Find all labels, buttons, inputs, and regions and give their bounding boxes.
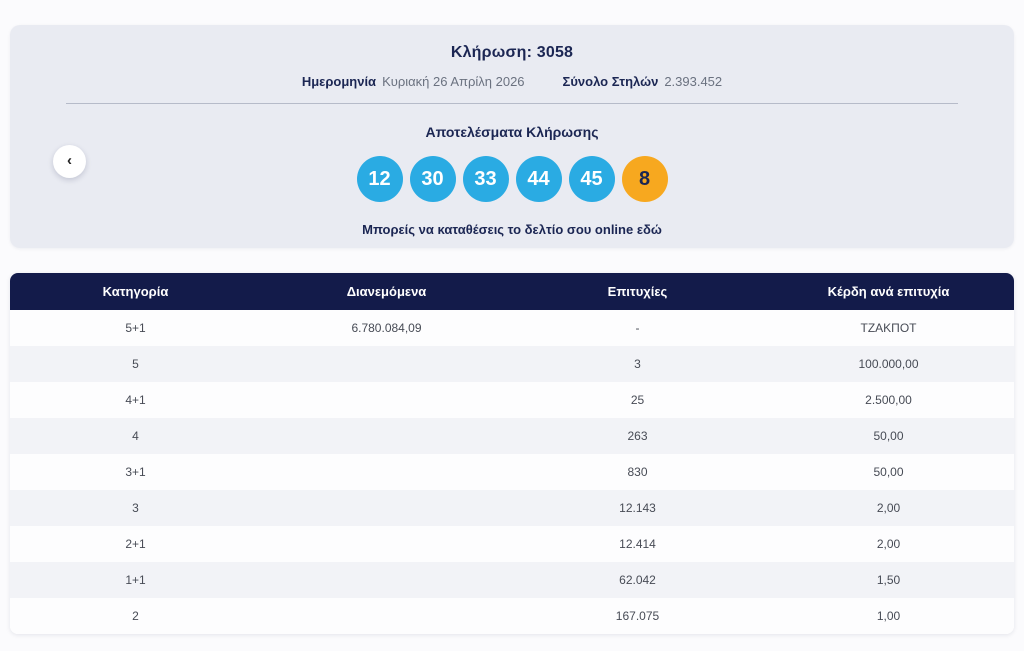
cell-winners: 830 (627, 465, 648, 479)
draw-date-label: Ημερομηνία (301, 74, 377, 89)
ball-number: 33 (462, 156, 509, 202)
cell-winners: 3 (634, 357, 641, 371)
cell-prize: 50,00 (873, 465, 904, 479)
cell-prize: ΤΖΑΚΠΟΤ (860, 321, 917, 335)
column-header-prize: Κέρδη ανά επιτυχία (827, 284, 950, 299)
cell-winners: 62.042 (619, 573, 656, 587)
deposit-here-link[interactable]: εδώ (637, 222, 662, 237)
table-row: 3+1 830 50,00 (10, 454, 1014, 490)
cell-distributed: 6.780.084,09 (351, 321, 422, 335)
deposit-text: Μπορείς να καταθέσεις το δελτίο σου onli… (362, 222, 634, 237)
ball-number: 30 (409, 156, 456, 202)
cell-winners: 12.414 (619, 537, 656, 551)
cell-prize: 1,50 (876, 573, 901, 587)
cell-winners: 25 (630, 393, 645, 407)
draw-date: Ημερομηνία Κυριακή 26 Απρίλη 2026 (302, 74, 525, 89)
ball-joker: 8 (621, 156, 668, 202)
draw-title: Κλήρωση: 3058 (450, 44, 574, 61)
cell-category: 4+1 (125, 393, 146, 407)
cell-winners: - (635, 321, 640, 335)
table-row: 1+1 62.042 1,50 (10, 562, 1014, 598)
cell-prize: 2,00 (876, 537, 901, 551)
cell-category: 2+1 (125, 537, 146, 551)
total-columns-label: Σύνολο Στηλών (562, 74, 659, 89)
cell-prize: 2,00 (876, 501, 901, 515)
cell-prize: 1,00 (876, 609, 901, 623)
chevron-left-icon: ‹ (67, 152, 72, 169)
cell-category: 5+1 (125, 321, 146, 335)
cell-category: 1+1 (125, 573, 146, 587)
column-header-category: Κατηγορία (102, 284, 169, 299)
draw-meta: Ημερομηνία Κυριακή 26 Απρίλη 2026 Σύνολο… (10, 74, 1014, 89)
column-header-winners: Επιτυχίες (607, 284, 668, 299)
deposit-line: Μπορείς να καταθέσεις το δελτίο σου onli… (10, 222, 1014, 237)
table-row: 2 167.075 1,00 (10, 598, 1014, 634)
total-columns-value: 2.393.452 (664, 74, 723, 89)
ball-number: 45 (568, 156, 615, 202)
ball-number: 44 (515, 156, 562, 202)
table-row: 5 3 100.000,00 (10, 346, 1014, 382)
table-header-row: Κατηγορία Διανεμόμενα Επιτυχίες Κέρδη αν… (10, 273, 1014, 310)
cell-prize: 2.500,00 (865, 393, 912, 407)
cell-category: 3 (132, 501, 139, 515)
table-row: 3 12.143 2,00 (10, 490, 1014, 526)
cell-category: 3+1 (125, 465, 146, 479)
table-body: 5+1 6.780.084,09 - ΤΖΑΚΠΟΤ 5 3 100.000,0… (10, 310, 1014, 634)
cell-prize: 50,00 (873, 429, 904, 443)
total-columns: Σύνολο Στηλών 2.393.452 (563, 74, 723, 89)
cell-winners: 263 (627, 429, 648, 443)
table-row: 2+1 12.414 2,00 (10, 526, 1014, 562)
cell-winners: 12.143 (619, 501, 656, 515)
card-divider (66, 103, 958, 104)
previous-draw-button[interactable]: ‹ (53, 145, 86, 178)
cell-category: 5 (132, 357, 139, 371)
draw-results-card: Κλήρωση: 3058 Ημερομηνία Κυριακή 26 Απρί… (10, 25, 1014, 248)
cell-category: 2 (132, 609, 139, 623)
cell-prize: 100.000,00 (858, 357, 919, 371)
ball-number: 12 (356, 156, 403, 202)
column-header-distributed: Διανεμόμενα (346, 284, 427, 299)
table-row: 4+1 25 2.500,00 (10, 382, 1014, 418)
results-title: Αποτελέσματα Κλήρωσης (425, 124, 599, 140)
draw-date-value: Κυριακή 26 Απρίλη 2026 (382, 74, 525, 89)
drawn-numbers-row: 12 30 33 44 45 8 (10, 156, 1014, 202)
cell-winners: 167.075 (615, 609, 660, 623)
table-row: 4 263 50,00 (10, 418, 1014, 454)
cell-category: 4 (132, 429, 139, 443)
table-row: 5+1 6.780.084,09 - ΤΖΑΚΠΟΤ (10, 310, 1014, 346)
prize-table: Κατηγορία Διανεμόμενα Επιτυχίες Κέρδη αν… (10, 273, 1014, 634)
